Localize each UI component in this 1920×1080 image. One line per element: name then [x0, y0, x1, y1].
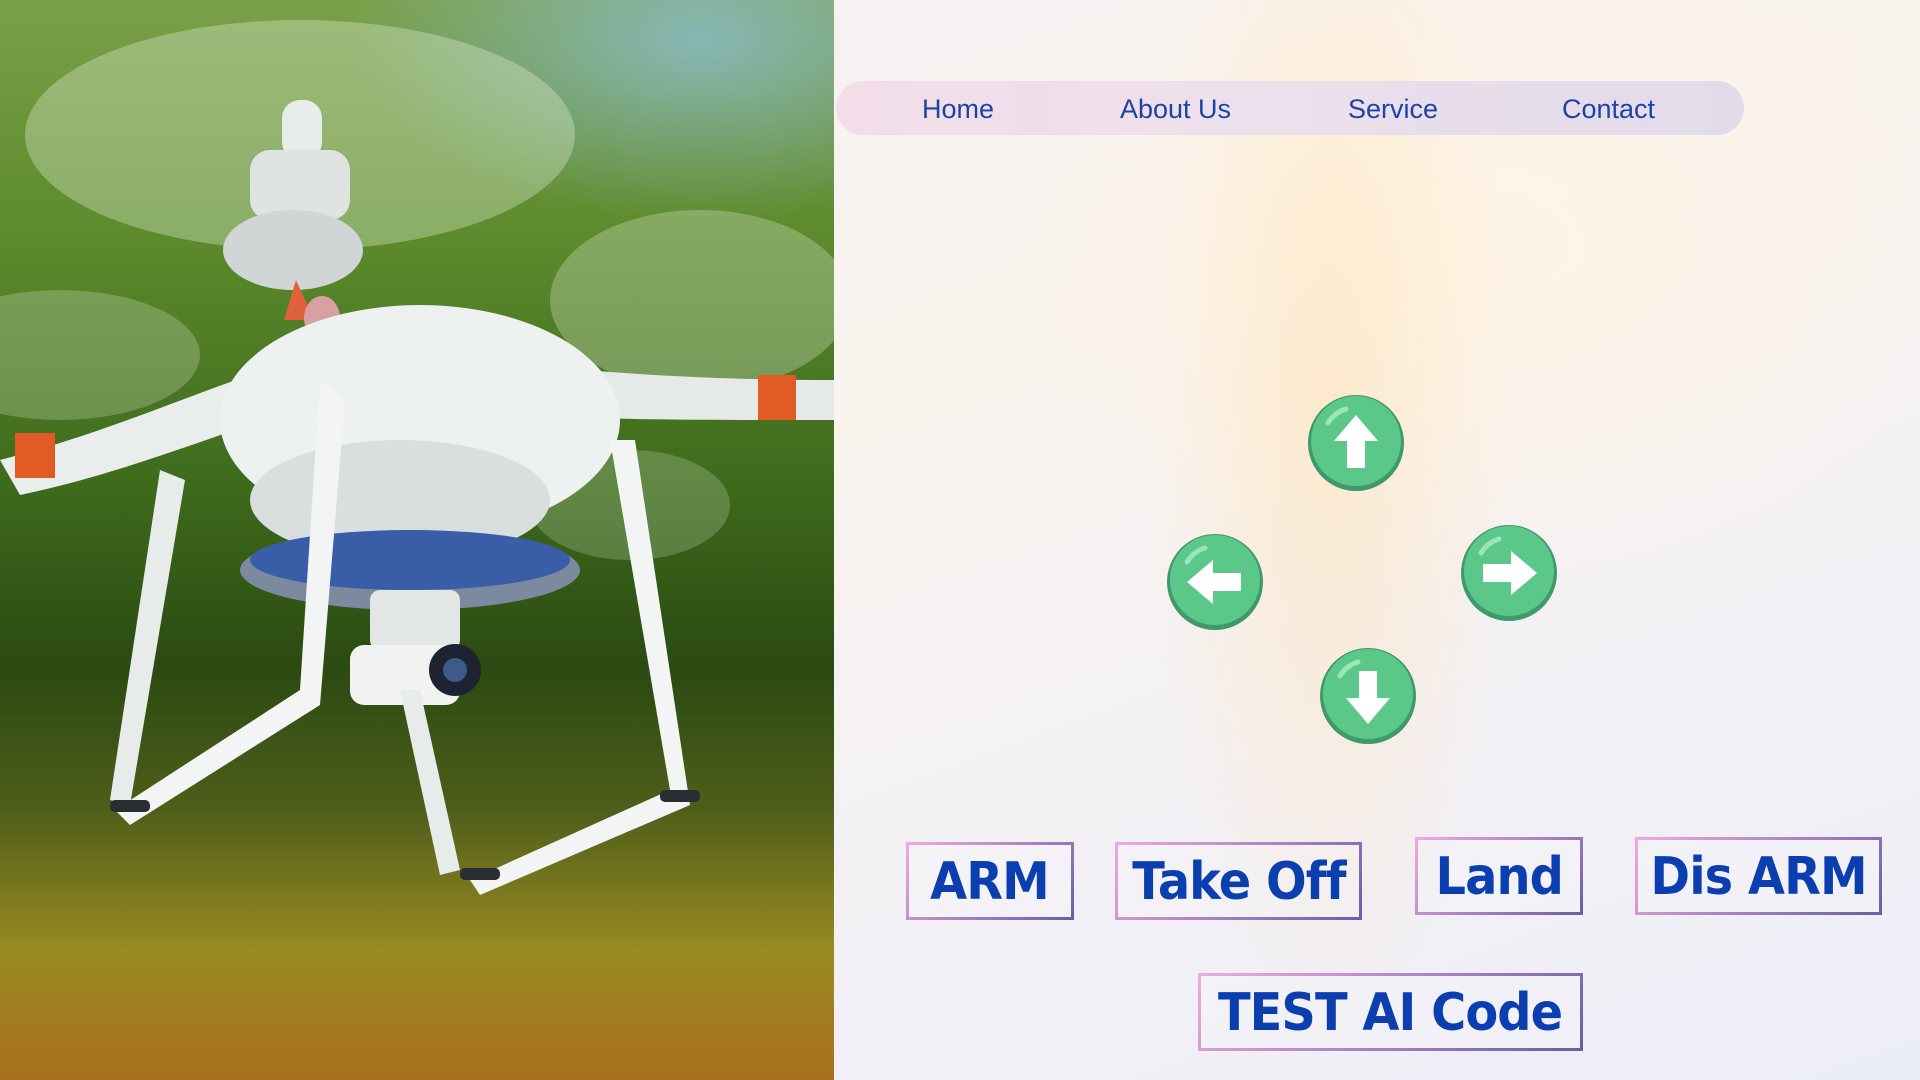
take-off-button[interactable]: Take Off: [1115, 842, 1362, 920]
nav-home-link[interactable]: Home: [922, 81, 994, 135]
nav-service-link[interactable]: Service: [1348, 81, 1438, 135]
arm-button[interactable]: ARM: [906, 842, 1074, 920]
disarm-button[interactable]: Dis ARM: [1635, 837, 1882, 915]
move-left-button[interactable]: [1165, 532, 1265, 632]
take-off-button-label: Take Off: [1131, 852, 1346, 912]
test-ai-code-button[interactable]: TEST AI Code: [1198, 973, 1583, 1051]
arrow-left-icon: [1167, 534, 1263, 630]
arm-button-label: ARM: [930, 852, 1051, 912]
disarm-button-label: Dis ARM: [1650, 847, 1867, 907]
nav-contact-link[interactable]: Contact: [1562, 81, 1655, 135]
main-nav: Home About Us Service Contact: [836, 81, 1744, 135]
move-up-button[interactable]: [1306, 393, 1406, 493]
move-down-button[interactable]: [1318, 646, 1418, 746]
drone-illustration: [0, 20, 834, 895]
drone-image: [0, 0, 834, 1080]
arrow-down-icon: [1320, 648, 1416, 744]
land-button-label: Land: [1435, 847, 1563, 907]
move-right-button[interactable]: [1459, 523, 1559, 623]
arrow-up-icon: [1308, 395, 1404, 491]
test-ai-code-button-label: TEST AI Code: [1218, 983, 1563, 1043]
land-button[interactable]: Land: [1415, 837, 1583, 915]
arrow-right-icon: [1461, 525, 1557, 621]
nav-about-us-link[interactable]: About Us: [1120, 81, 1231, 135]
